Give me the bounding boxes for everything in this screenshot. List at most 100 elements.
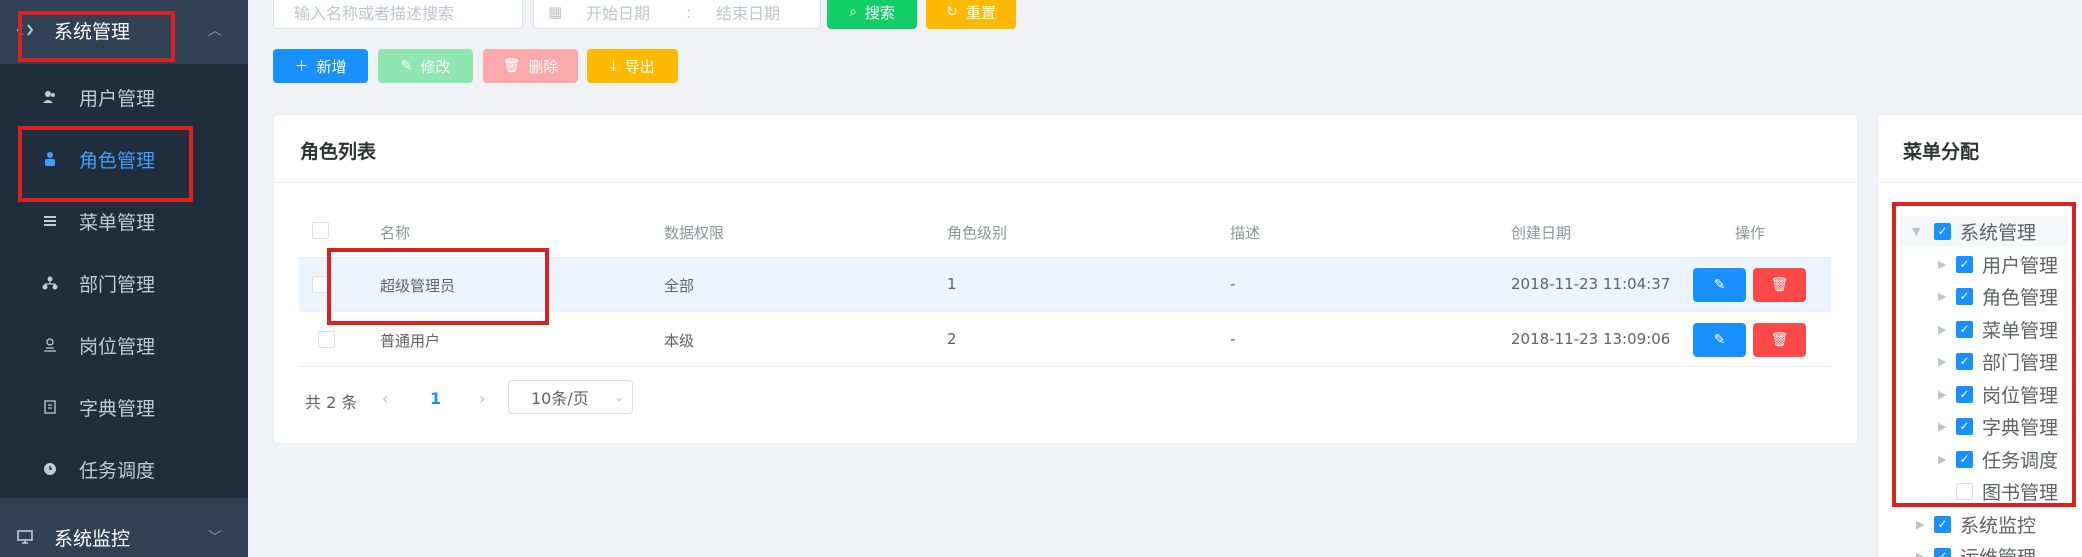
- menu-icon: [42, 213, 58, 229]
- row-delete-button[interactable]: 🗑: [1753, 268, 1806, 302]
- sidebar-group-monitor[interactable]: 系统监控 ﹀: [0, 505, 248, 557]
- end-date-input[interactable]: 结束日期: [716, 0, 780, 24]
- cell-desc: -: [1230, 275, 1236, 293]
- tree-node-label: 系统监控: [1960, 514, 2037, 537]
- tree-node-label: 任务调度: [1982, 449, 2059, 472]
- sidebar-group-label: 系统管理: [54, 20, 131, 43]
- tree-node-label: 用户管理: [1982, 254, 2059, 277]
- cell-name: 普通用户: [380, 332, 441, 350]
- date-separator: :: [686, 2, 692, 22]
- export-button-label: 导出: [624, 57, 655, 76]
- reset-button[interactable]: ↻ 重置: [926, 0, 1016, 29]
- pagination-next-icon[interactable]: ›: [479, 389, 485, 408]
- sidebar-item-label: 字典管理: [79, 397, 156, 420]
- caret-right-icon[interactable]: ▶: [1938, 388, 1946, 401]
- sidebar-item-task[interactable]: 任务调度: [0, 438, 248, 500]
- chevron-down-icon: ﹀: [208, 530, 222, 546]
- chevron-up-icon: ︿: [208, 23, 222, 39]
- caret-down-icon[interactable]: ▼: [1912, 225, 1920, 238]
- tree-node-label: 岗位管理: [1982, 384, 2059, 407]
- tree-node[interactable]: 图书管理: [1900, 476, 2068, 506]
- cell-scope: 本级: [664, 332, 695, 350]
- tree-node[interactable]: ▶ ✓ 用户管理: [1900, 249, 2068, 279]
- caret-right-icon[interactable]: ▶: [1916, 518, 1924, 531]
- caret-right-icon[interactable]: ▶: [1938, 323, 1946, 336]
- table-row[interactable]: 普通用户 本级 2 - 2018-11-23 13:09:06 ✎ 🗑: [299, 313, 1831, 367]
- tree-node[interactable]: ▶ ✓ 任务调度: [1900, 444, 2068, 474]
- caret-right-icon[interactable]: ▶: [1938, 355, 1946, 368]
- card-header: 菜单分配: [1878, 115, 2082, 183]
- row-edit-button[interactable]: ✎: [1693, 323, 1746, 357]
- tree-node-label: 部门管理: [1982, 351, 2059, 374]
- caret-right-icon[interactable]: ▶: [1916, 550, 1924, 557]
- export-button[interactable]: ⤓ 导出: [587, 49, 678, 83]
- sidebar-item-dept[interactable]: 部门管理: [0, 252, 248, 314]
- sidebar-item-dict[interactable]: 字典管理: [0, 376, 248, 438]
- row-delete-button[interactable]: 🗑: [1753, 323, 1806, 357]
- edit-icon: ✎: [1713, 332, 1726, 348]
- caret-right-icon[interactable]: ▶: [1938, 290, 1946, 303]
- edit-icon: ✎: [400, 58, 413, 74]
- role-icon: [42, 151, 58, 167]
- sidebar-item-user[interactable]: 用户管理: [0, 66, 248, 128]
- tree-node-system[interactable]: ▼ ✓ 系统管理: [1900, 216, 2068, 246]
- search-input[interactable]: 输入名称或者描述搜索: [273, 0, 523, 29]
- pagination-prev-icon[interactable]: ‹: [382, 389, 388, 408]
- tree-checkbox[interactable]: ✓: [1956, 417, 1973, 435]
- col-header-scope: 数据权限: [664, 224, 725, 242]
- tree-node-ops[interactable]: ▶ ✓ 运维管理: [1900, 541, 2068, 557]
- page-size-select[interactable]: 10条/页 ⌄: [508, 380, 633, 414]
- code-icon: [16, 21, 34, 39]
- start-date-input[interactable]: 开始日期: [586, 0, 650, 24]
- tree-checkbox[interactable]: ✓: [1934, 222, 1951, 240]
- sidebar: 系统管理 ︿ 用户管理 角色管理 菜单管理 部门管理 岗位管理 字典管理 任务调…: [0, 0, 248, 557]
- tree-node-label: 图书管理: [1982, 481, 2059, 504]
- cell-scope: 全部: [664, 277, 695, 295]
- tree-checkbox[interactable]: ✓: [1956, 450, 1973, 468]
- tree-node-monitor[interactable]: ▶ ✓ 系统监控: [1900, 509, 2068, 539]
- tree-node[interactable]: ▶ ✓ 菜单管理: [1900, 314, 2068, 344]
- row-edit-button[interactable]: ✎: [1693, 268, 1746, 302]
- pagination-page[interactable]: 1: [430, 389, 441, 408]
- sidebar-item-role[interactable]: 角色管理: [0, 128, 248, 190]
- tree-checkbox[interactable]: ✓: [1956, 385, 1973, 403]
- sidebar-item-post[interactable]: 岗位管理: [0, 314, 248, 376]
- tree-checkbox[interactable]: ✓: [1956, 320, 1973, 338]
- refresh-icon: ↻: [946, 4, 958, 20]
- tree-node[interactable]: ▶ ✓ 部门管理: [1900, 346, 2068, 376]
- cell-name: 超级管理员: [380, 277, 456, 295]
- cell-desc: -: [1230, 330, 1236, 348]
- tree-checkbox[interactable]: ✓: [1934, 547, 1951, 557]
- col-header-name: 名称: [380, 224, 411, 242]
- caret-right-icon[interactable]: ▶: [1938, 258, 1946, 271]
- tree-checkbox[interactable]: [1956, 482, 1973, 500]
- tree-node[interactable]: ▶ ✓ 字典管理: [1900, 411, 2068, 441]
- select-all-checkbox[interactable]: [312, 222, 329, 239]
- row-checkbox[interactable]: [312, 276, 329, 293]
- tree-checkbox[interactable]: ✓: [1956, 352, 1973, 370]
- edit-button[interactable]: ✎ 修改: [378, 49, 473, 83]
- col-header-desc: 描述: [1230, 224, 1261, 242]
- reset-button-label: 重置: [965, 3, 996, 22]
- row-checkbox[interactable]: [318, 331, 335, 348]
- tree-checkbox[interactable]: ✓: [1956, 287, 1973, 305]
- tree-node[interactable]: ▶ ✓ 岗位管理: [1900, 379, 2068, 409]
- sidebar-item-label: 角色管理: [79, 149, 156, 172]
- pagination-total: 共 2 条: [305, 393, 358, 412]
- table-row[interactable]: 超级管理员 全部 1 - 2018-11-23 11:04:37 ✎ 🗑: [299, 258, 1831, 312]
- date-range-picker[interactable]: ▦ 开始日期 : 结束日期: [533, 0, 821, 29]
- delete-button[interactable]: 🗑 删除: [483, 49, 578, 83]
- tree-node-label: 菜单管理: [1982, 319, 2059, 342]
- caret-right-icon[interactable]: ▶: [1938, 453, 1946, 466]
- tree-node-label: 运维管理: [1960, 543, 2036, 557]
- tree-node[interactable]: ▶ ✓ 角色管理: [1900, 281, 2068, 311]
- trash-icon: 🗑: [502, 58, 521, 74]
- tree-checkbox[interactable]: ✓: [1956, 255, 1973, 273]
- sidebar-item-menu[interactable]: 菜单管理: [0, 190, 248, 252]
- caret-right-icon[interactable]: ▶: [1938, 420, 1946, 433]
- sidebar-group-system[interactable]: 系统管理 ︿: [0, 0, 248, 62]
- search-button-label: 搜索: [864, 3, 895, 22]
- search-button[interactable]: ⌕ 搜索: [827, 0, 917, 29]
- add-button[interactable]: ＋ 新增: [273, 49, 368, 83]
- tree-checkbox[interactable]: ✓: [1934, 515, 1951, 533]
